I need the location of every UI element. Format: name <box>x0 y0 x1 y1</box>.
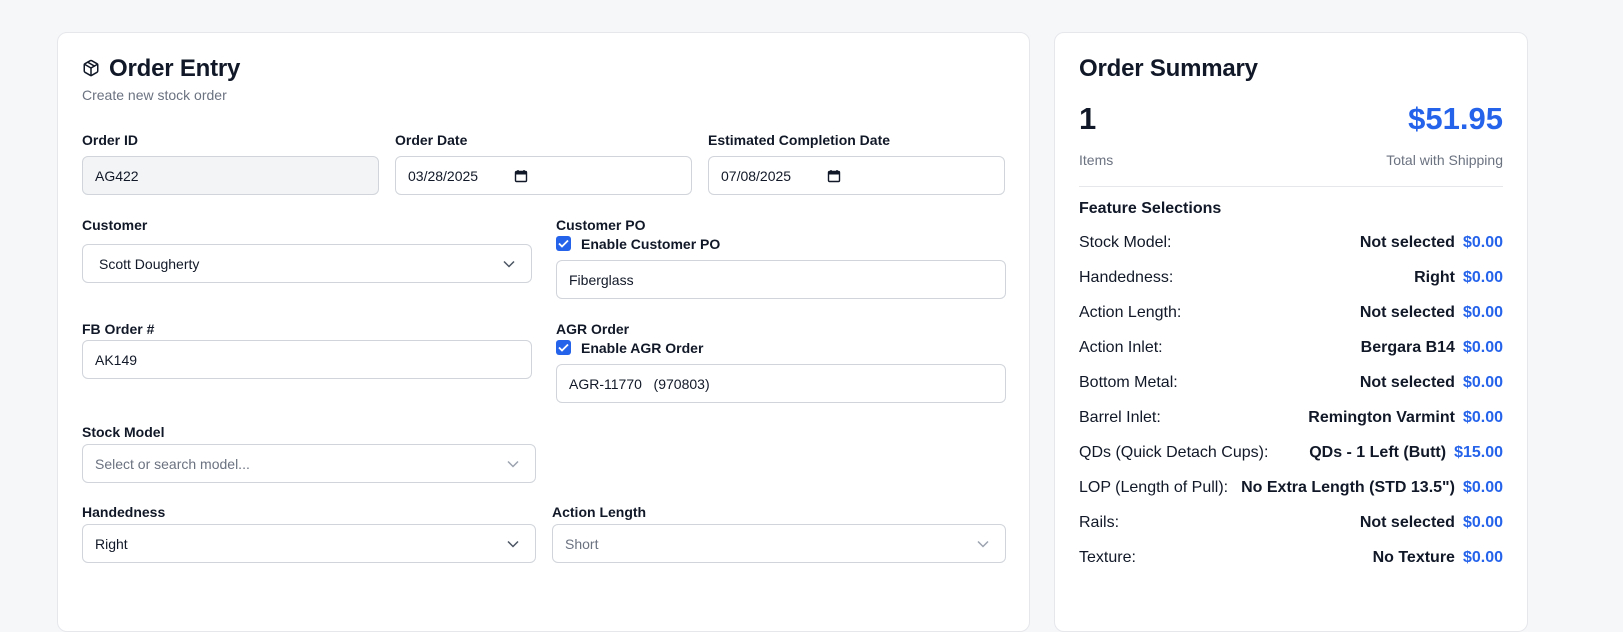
handedness-select[interactable]: Right <box>82 524 536 563</box>
order-id-label: Order ID <box>82 132 139 148</box>
feature-value: Remington Varmint <box>1308 409 1455 426</box>
est-completion-label: Estimated Completion Date <box>708 132 891 148</box>
feature-value: No Texture <box>1372 549 1455 566</box>
feature-name: Action Length: <box>1079 304 1182 321</box>
feature-price: $0.00 <box>1462 304 1503 321</box>
fb-order-value: AK149 <box>95 351 138 368</box>
order-date-input[interactable]: 03/28/2025 <box>395 156 692 195</box>
feature-name: Action Inlet: <box>1079 339 1163 356</box>
action-length-label: Action Length <box>552 504 647 520</box>
feature-value: QDs - 1 Left (Butt) <box>1309 444 1447 461</box>
chevron-down-icon <box>507 540 519 548</box>
feature-price: $0.00 <box>1462 269 1503 286</box>
feature-selections-heading: Feature Selections <box>1079 200 1222 217</box>
feature-price: $0.00 <box>1462 409 1503 426</box>
feature-row: QDs (Quick Detach Cups): QDs - 1 Left (B… <box>1079 444 1503 468</box>
feature-row: LOP (Length of Pull): No Extra Length (S… <box>1079 479 1503 503</box>
agr-order-label: AGR Order <box>556 321 630 337</box>
order-date-label: Order Date <box>395 132 468 148</box>
enable-agr-order-checkbox[interactable] <box>556 340 571 355</box>
package-icon <box>83 59 99 77</box>
feature-name: Barrel Inlet: <box>1079 409 1161 426</box>
agr-order-value: AGR-11770 (970803) <box>569 375 710 392</box>
feature-name: QDs (Quick Detach Cups): <box>1079 444 1269 461</box>
enable-agr-order-label[interactable]: Enable AGR Order <box>581 340 703 356</box>
feature-row: Texture: No Texture $0.00 <box>1079 549 1503 573</box>
enable-customer-po-checkbox[interactable] <box>556 236 571 251</box>
calendar-icon[interactable] <box>827 169 841 183</box>
enable-customer-po-label[interactable]: Enable Customer PO <box>581 236 720 252</box>
customer-po-input[interactable]: Fiberglass <box>556 260 1006 299</box>
est-completion-input[interactable]: 07/08/2025 <box>708 156 1005 195</box>
feature-value: Not selected <box>1359 514 1455 531</box>
feature-value: No Extra Length (STD 13.5") <box>1241 479 1455 496</box>
feature-price: $0.00 <box>1462 514 1503 531</box>
chevron-down-icon <box>977 540 989 548</box>
stock-model-select[interactable]: Select or search model... <box>82 444 536 483</box>
summary-title: Order Summary <box>1079 55 1258 82</box>
feature-price: $15.00 <box>1454 444 1503 461</box>
agr-order-input[interactable]: AGR-11770 (970803) <box>556 364 1006 403</box>
feature-price: $0.00 <box>1462 549 1503 566</box>
summary-divider <box>1079 186 1503 187</box>
customer-value: Scott Dougherty <box>99 255 200 272</box>
feature-value: Right <box>1414 269 1455 286</box>
feature-value: Not selected <box>1359 374 1455 391</box>
handedness-label: Handedness <box>82 504 166 520</box>
feature-name: LOP (Length of Pull): <box>1079 479 1229 496</box>
customer-select[interactable]: Scott Dougherty <box>82 244 532 283</box>
check-icon <box>558 239 569 248</box>
items-label: Items <box>1079 152 1114 168</box>
feature-price: $0.00 <box>1462 339 1503 356</box>
order-id-value: AG422 <box>95 167 139 184</box>
feature-name: Stock Model: <box>1079 234 1172 251</box>
page-title: Order Entry <box>109 55 241 82</box>
action-length-value: Short <box>565 535 599 552</box>
stock-model-label: Stock Model <box>82 424 165 440</box>
fb-order-input[interactable]: AK149 <box>82 340 532 379</box>
feature-row: Action Inlet: Bergara B14 $0.00 <box>1079 339 1503 363</box>
feature-value: Not selected <box>1359 234 1455 251</box>
customer-label: Customer <box>82 217 148 233</box>
feature-price: $0.00 <box>1462 479 1503 496</box>
items-count: 1 <box>1079 101 1097 136</box>
customer-po-value: Fiberglass <box>569 271 634 288</box>
feature-name: Texture: <box>1079 549 1136 566</box>
chevron-down-icon <box>507 460 519 468</box>
action-length-select[interactable]: Short <box>552 524 1006 563</box>
feature-name: Rails: <box>1079 514 1120 531</box>
calendar-icon[interactable] <box>514 169 528 183</box>
page-subtitle: Create new stock order <box>82 87 227 103</box>
feature-row: Action Length: Not selected $0.00 <box>1079 304 1503 328</box>
feature-price: $0.00 <box>1462 374 1503 391</box>
customer-po-label: Customer PO <box>556 217 646 233</box>
feature-name: Handedness: <box>1079 269 1174 286</box>
chevron-down-icon <box>503 260 515 268</box>
order-summary-card: Order Summary 1 Items $51.95 Total with … <box>1054 32 1528 632</box>
handedness-value: Right <box>95 535 128 552</box>
feature-row: Barrel Inlet: Remington Varmint $0.00 <box>1079 409 1503 433</box>
feature-value: Bergara B14 <box>1360 339 1455 356</box>
order-date-value: 03/28/2025 <box>408 167 479 184</box>
feature-name: Bottom Metal: <box>1079 374 1178 391</box>
feature-price: $0.00 <box>1462 234 1503 251</box>
fb-order-label: FB Order # <box>82 321 155 337</box>
feature-row: Handedness: Right $0.00 <box>1079 269 1503 293</box>
stock-model-placeholder: Select or search model... <box>95 455 250 472</box>
feature-value: Not selected <box>1359 304 1455 321</box>
order-id-field[interactable]: AG422 <box>82 156 379 195</box>
feature-row: Bottom Metal: Not selected $0.00 <box>1079 374 1503 398</box>
total-label: Total with Shipping <box>1386 152 1503 168</box>
check-icon <box>558 343 569 352</box>
feature-row: Stock Model: Not selected $0.00 <box>1079 234 1503 258</box>
total-amount: $51.95 <box>1408 101 1503 136</box>
feature-row: Rails: Not selected $0.00 <box>1079 514 1503 538</box>
order-entry-card: Order Entry Create new stock order Order… <box>57 32 1030 632</box>
est-completion-value: 07/08/2025 <box>721 167 792 184</box>
